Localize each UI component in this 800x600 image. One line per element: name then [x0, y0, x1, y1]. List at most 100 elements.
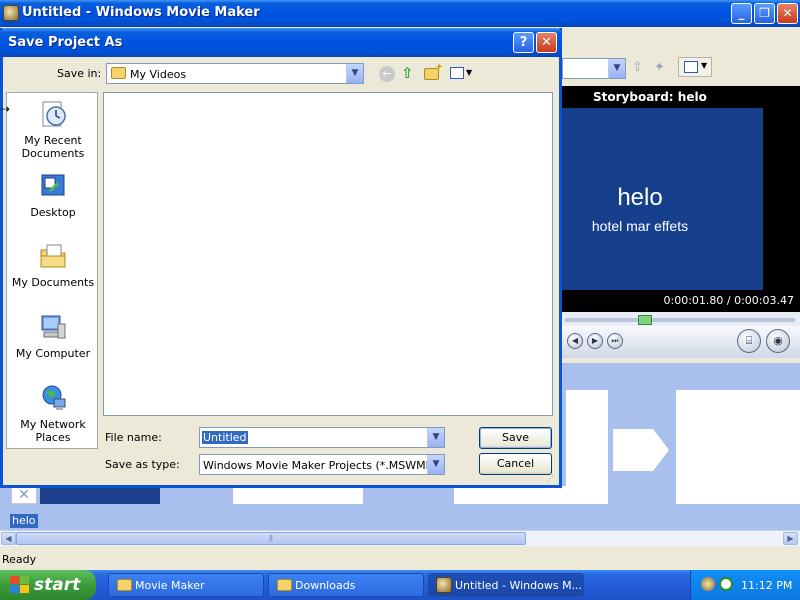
place-my-documents[interactable]: My Documents [7, 241, 99, 289]
scroll-left-icon[interactable]: ◀ [1, 532, 16, 545]
place-my-computer[interactable]: My Computer [7, 312, 99, 360]
security-tray-icon[interactable] [719, 577, 733, 591]
resize-grip-icon[interactable]: ⋰ [546, 474, 556, 484]
save-in-combo[interactable]: My Videos ▼ [106, 63, 364, 84]
previous-frame-icon[interactable]: ◀ [567, 333, 583, 349]
chevron-down-icon: ▼ [466, 68, 473, 77]
start-label: start [34, 575, 81, 595]
status-bar: Ready [0, 548, 800, 570]
clock[interactable]: 11:12 PM [741, 579, 792, 592]
taskbar-button-movie-maker[interactable]: Movie Maker [108, 573, 264, 597]
preview-subtitle-text: hotel mar effets [591, 218, 689, 234]
save-as-type-select[interactable]: Windows Movie Maker Projects (*.MSWMM) ▼ [199, 454, 445, 475]
start-button[interactable]: start [0, 570, 96, 600]
preview-border [763, 108, 800, 290]
seek-thumb[interactable] [638, 315, 652, 325]
time-display: 0:00:01.80 / 0:00:03.47 [560, 290, 800, 312]
place-my-network-places[interactable]: My Network Places [7, 383, 99, 444]
folder-icon [111, 67, 126, 79]
transition-arrow-icon [613, 429, 669, 471]
scroll-right-icon[interactable]: ▶ [783, 532, 798, 545]
storyboard-title: Storyboard: helo [593, 90, 707, 104]
dialog-title: Save Project As [8, 35, 123, 50]
seek-track[interactable] [565, 318, 795, 322]
folder-icon [117, 579, 132, 591]
taskbar-button-label: Movie Maker [135, 579, 205, 592]
next-clip-icon[interactable]: ⏭ [607, 333, 623, 349]
camera-snapshot-icon[interactable]: ◉ [766, 329, 790, 353]
file-name-input[interactable]: Untitled ▼ [199, 427, 445, 448]
taskbar-button-label: Downloads [295, 579, 356, 592]
create-new-folder-icon[interactable]: ✦ [424, 62, 443, 80]
dialog-close-button[interactable]: ✕ [536, 32, 557, 53]
taskbar: start Movie Maker Downloads Untitled - W… [0, 570, 800, 600]
status-text: Ready [2, 553, 37, 566]
movie-maker-tray-icon[interactable] [701, 577, 715, 591]
clip-label[interactable]: helo [10, 514, 38, 528]
place-desktop[interactable]: Desktop [7, 171, 99, 219]
movie-maker-icon [436, 577, 452, 593]
up-folder-icon[interactable]: ⇧ [632, 60, 646, 75]
cancel-button[interactable]: Cancel [479, 453, 552, 475]
chevron-down-icon: ▼ [427, 428, 444, 447]
taskbar-button-downloads[interactable]: Downloads [268, 573, 424, 597]
place-label: My Documents [11, 276, 95, 289]
collection-combo[interactable]: ▼ [562, 58, 626, 79]
save-button[interactable]: Save [479, 427, 552, 449]
split-clip-icon[interactable]: ⌸ [737, 329, 761, 353]
place-label: Desktop [30, 206, 76, 219]
file-name-label: File name: [105, 431, 162, 444]
main-window-titlebar: Untitled - Windows Movie Maker _ ❐ ✕ [0, 0, 800, 27]
storyboard-scrollbar[interactable]: ◀ ⦀ ▶ [0, 530, 800, 546]
taskbar-button-label: Untitled - Windows M... [455, 579, 583, 592]
folder-icon [277, 579, 292, 591]
new-folder-icon[interactable]: ✦ [654, 60, 668, 75]
storyboard-slot[interactable] [676, 390, 800, 504]
preview-title-text: helo [617, 184, 663, 211]
playback-controls: ◀ ▶ ⏭ ⌸ ◉ [560, 326, 800, 358]
movie-maker-icon [3, 5, 19, 21]
place-my-recent-documents[interactable]: My Recent Documents [7, 99, 99, 160]
storyboard-header: Storyboard: helo [560, 86, 800, 108]
chevron-down-icon: ▼ [427, 455, 444, 474]
chevron-down-icon: ▼ [701, 61, 708, 70]
views-icon [450, 67, 464, 79]
chevron-down-icon: ▼ [346, 64, 363, 83]
maximize-button[interactable]: ❐ [754, 3, 775, 24]
next-frame-icon[interactable]: ▶ [587, 333, 603, 349]
my-computer-icon [41, 315, 66, 339]
save-in-label: Save in: [57, 67, 102, 80]
storyboard-slot[interactable] [233, 486, 363, 504]
network-places-icon [42, 385, 66, 410]
place-label: My Computer [15, 347, 91, 360]
taskbar-button-untitled[interactable]: Untitled - Windows M... [428, 573, 584, 597]
scrollbar-thumb[interactable]: ⦀ [16, 532, 526, 545]
view-menu-button[interactable]: ▼ [448, 64, 474, 84]
main-window-title: Untitled - Windows Movie Maker [22, 5, 260, 20]
save-in-value: My Videos [130, 68, 187, 81]
dialog-titlebar: Save Project As ? ✕ [0, 28, 562, 57]
save-as-type-value: Windows Movie Maker Projects (*.MSWMM) [203, 459, 440, 472]
desktop-icon [41, 174, 65, 196]
system-tray: 11:12 PM [690, 570, 800, 600]
recent-documents-icon [42, 101, 66, 127]
file-list-view[interactable] [103, 92, 553, 416]
minimize-button[interactable]: _ [731, 3, 752, 24]
views-icon [684, 61, 698, 73]
help-button[interactable]: ? [513, 32, 534, 53]
chevron-down-icon: ▼ [608, 59, 625, 78]
main-close-button[interactable]: ✕ [777, 3, 798, 24]
storyboard-slot[interactable] [454, 486, 584, 504]
back-icon[interactable]: ← [379, 66, 395, 82]
main-toolbar: ▼ ⇧ ✦ ▼ [560, 55, 800, 83]
places-bar: My Recent Documents Desktop My Documents… [6, 92, 98, 449]
save-as-type-label: Save as type: [105, 458, 180, 471]
clip-thumbnail[interactable] [40, 486, 160, 504]
up-one-level-icon[interactable]: ⇧ [401, 64, 417, 82]
clip-thumbnail-placeholder-icon[interactable]: ✕ [11, 486, 37, 504]
file-name-value: Untitled [202, 431, 248, 444]
sparkle-icon: ✦ [435, 62, 444, 73]
place-label: My Network Places [20, 418, 86, 444]
views-button[interactable]: ▼ [678, 57, 712, 77]
windows-logo-icon [10, 576, 30, 594]
